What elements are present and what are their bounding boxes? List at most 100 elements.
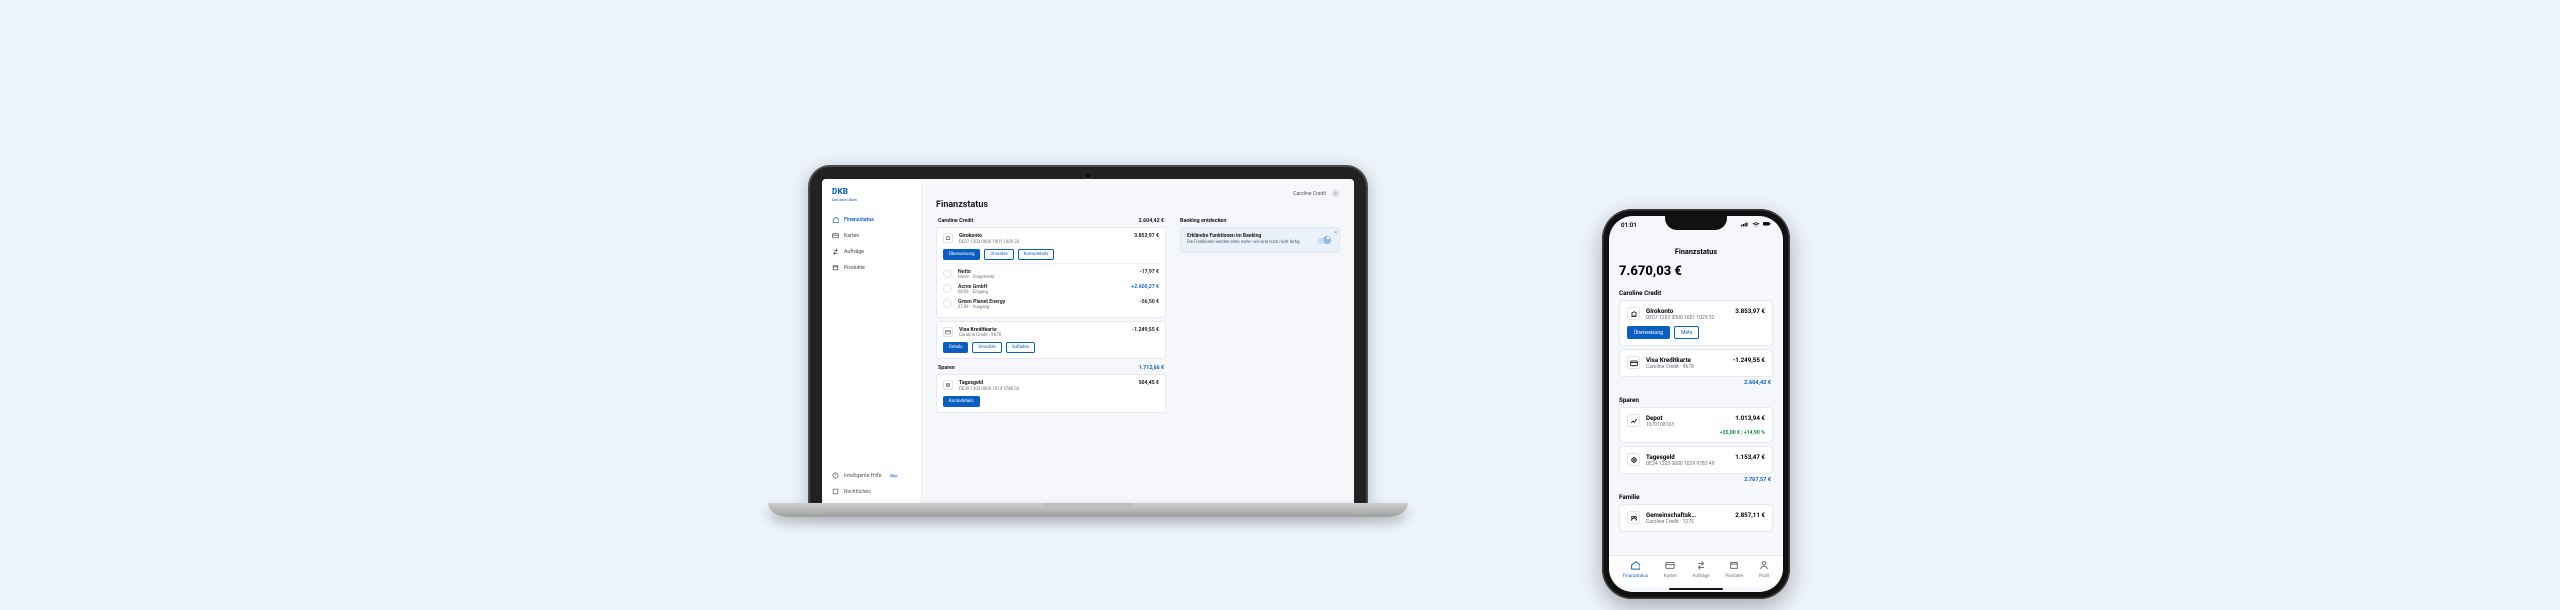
section-total: 1.712,66 € bbox=[1139, 365, 1164, 371]
sidebar-item-label: Finanzstatus bbox=[844, 217, 874, 223]
mehr-button[interactable]: Mehr bbox=[1674, 326, 1699, 339]
tab-label: Profil bbox=[1759, 574, 1769, 579]
tx-icon: · bbox=[943, 269, 952, 278]
details-button[interactable]: Details bbox=[943, 342, 968, 353]
device-mockup-stage: DKB Das kann Bank Finanzstatus Karten Au… bbox=[768, 165, 1792, 445]
account-name: Girokonto bbox=[1646, 307, 1729, 315]
family-icon bbox=[1627, 511, 1640, 524]
section-header: Sparen 1.712,66 € bbox=[936, 365, 1166, 371]
user-name: Caroline Credit bbox=[1293, 191, 1326, 197]
account-name: Visa Kreditkarte bbox=[1646, 356, 1727, 364]
transaction-row[interactable]: · NettoGleich · Vorgemerkt -17,97 € bbox=[943, 267, 1159, 282]
section-header: Familie bbox=[1619, 493, 1773, 501]
sidebar-item-karten[interactable]: Karten bbox=[832, 232, 911, 239]
umsätze-button[interactable]: Umsätze bbox=[984, 249, 1013, 260]
account-icon bbox=[943, 233, 953, 243]
box-icon bbox=[1729, 560, 1739, 572]
section-header: Caroline Credit bbox=[1619, 289, 1773, 297]
umsätze-button[interactable]: Umsätze bbox=[972, 342, 1001, 353]
close-icon[interactable]: × bbox=[1334, 230, 1337, 236]
sidebar-item-finanzstatus[interactable]: Finanzstatus bbox=[832, 216, 911, 223]
help-icon bbox=[832, 472, 839, 479]
camera-dot bbox=[1084, 171, 1092, 179]
tx-name: Acme GmbH bbox=[958, 284, 988, 290]
sidebar-item-label: Intelligente Hilfe bbox=[844, 473, 882, 479]
wifi-icon bbox=[1752, 221, 1760, 229]
transaction-row[interactable]: · Acme GmbH08.09. · Eingang +2.600,27 € bbox=[943, 282, 1159, 297]
section-total: 2.767,57 € bbox=[1619, 477, 1773, 483]
sidebar-item-rechtliches[interactable]: Rechtliches bbox=[832, 488, 911, 495]
account-card[interactable]: Depot 1670108163 1.013,94 € +35,00 € | +… bbox=[1619, 407, 1773, 443]
account-name: Girokonto bbox=[959, 233, 1128, 239]
überweisung-button[interactable]: Überweisung bbox=[1627, 326, 1670, 339]
savings-icon bbox=[1627, 453, 1640, 466]
bank-icon bbox=[1627, 307, 1640, 320]
sidebar-item-intelligente hilfe[interactable]: Intelligente Hilfe Neu bbox=[832, 472, 911, 479]
tab-label: Produkte bbox=[1725, 574, 1743, 579]
transfer-icon bbox=[832, 248, 839, 255]
sidebar: DKB Das kann Bank Finanzstatus Karten Au… bbox=[822, 179, 922, 503]
account-name: Tagesgeld bbox=[959, 380, 1133, 386]
right-heading: Banking entdecken bbox=[1180, 218, 1340, 224]
promo-illustration-icon bbox=[1315, 233, 1333, 247]
avatar[interactable] bbox=[1331, 189, 1340, 198]
card-icon bbox=[1665, 560, 1675, 572]
tab-karten[interactable]: Karten bbox=[1664, 560, 1677, 579]
tab-label: Karten bbox=[1664, 574, 1677, 579]
sidebar-item-produkte[interactable]: Produkte bbox=[832, 264, 911, 271]
performance-badge: +35,00 € | +14,90 % bbox=[1627, 430, 1765, 436]
status-time: 01:01 bbox=[1621, 221, 1637, 229]
tab-bar: Finanzstatus Karten Aufträge Produkte Pr… bbox=[1609, 555, 1783, 587]
depot-icon bbox=[1627, 414, 1640, 427]
tx-amount: -56,50 € bbox=[1140, 299, 1159, 305]
account-name: Gemeinschaftsk… bbox=[1646, 511, 1729, 519]
kontodetails-button[interactable]: Kontodetails bbox=[943, 396, 980, 407]
account-balance: 3.853,97 € bbox=[1134, 233, 1159, 239]
section-header: Sparen bbox=[1619, 396, 1773, 404]
logo: DKB bbox=[832, 187, 911, 196]
account-card[interactable]: Girokonto DE07 1203 0000 1001 1029 32 3.… bbox=[1619, 300, 1773, 346]
transaction-row[interactable]: · Green Planet Energy07.09. · Ausgang -5… bbox=[943, 297, 1159, 312]
sidebar-item-label: Produkte bbox=[844, 265, 865, 271]
account-card[interactable]: Gemeinschaftsk… Caroline Credit · 1275 2… bbox=[1619, 504, 1773, 532]
promo-title: Erkländre Funktionen im Banking bbox=[1187, 233, 1301, 239]
account-balance: -1.249,55 € bbox=[1132, 327, 1159, 333]
tx-amount: -17,97 € bbox=[1140, 269, 1159, 275]
account-balance: 1.153,47 € bbox=[1735, 453, 1765, 461]
überweisung-button[interactable]: Überweisung bbox=[943, 249, 980, 260]
home-icon bbox=[1630, 560, 1640, 572]
tab-produkte[interactable]: Produkte bbox=[1725, 560, 1743, 579]
account-name: Depot bbox=[1646, 414, 1729, 422]
promo-card[interactable]: Erkländre Funktionen im Banking Die Funk… bbox=[1180, 227, 1340, 253]
tab-profil[interactable]: Profil bbox=[1759, 560, 1769, 579]
main-content: Caroline Credit Finanzstatus Caroline Cr… bbox=[922, 179, 1354, 503]
account-sub: DE24 1203 0000 1029 9783 49 bbox=[1646, 461, 1729, 467]
laptop-device: DKB Das kann Bank Finanzstatus Karten Au… bbox=[768, 165, 1408, 517]
phone-notch bbox=[1665, 216, 1727, 230]
aufladen-button[interactable]: Aufladen bbox=[1006, 342, 1035, 353]
account-card[interactable]: Girokonto DE07 1203 0000 1001 1029 32 3.… bbox=[936, 227, 1166, 318]
account-name: Tagesgeld bbox=[1646, 453, 1729, 461]
account-sub: DE07 1203 0000 1001 1029 32 bbox=[959, 240, 1128, 245]
tx-icon: · bbox=[943, 284, 952, 293]
section-total: 2.604,42 € bbox=[1619, 380, 1773, 386]
sidebar-item-aufträge[interactable]: Aufträge bbox=[832, 248, 911, 255]
home-icon bbox=[832, 216, 839, 223]
section-name: Familie bbox=[1619, 493, 1640, 501]
account-icon bbox=[943, 327, 953, 337]
section-header: Caroline Credit 2.604,42 € bbox=[936, 218, 1166, 224]
account-card[interactable]: Tagesgeld DE24 1203 0000 1029 9783 49 1.… bbox=[1619, 446, 1773, 474]
kontodetails-button[interactable]: Kontodetails bbox=[1018, 249, 1055, 260]
account-card[interactable]: Tagesgeld DE30 1203 0000 1014 5786 03 50… bbox=[936, 374, 1166, 413]
tx-icon: · bbox=[943, 299, 952, 308]
sidebar-item-label: Rechtliches bbox=[844, 489, 871, 495]
account-card[interactable]: Visa Kreditkarte Caroline Credit · 9678 … bbox=[1619, 349, 1773, 377]
section-total: 2.604,42 € bbox=[1139, 218, 1164, 224]
tab-finanzstatus[interactable]: Finanzstatus bbox=[1623, 560, 1648, 579]
signal-icon bbox=[1741, 221, 1749, 229]
account-sub: 1670108163 bbox=[1646, 422, 1729, 428]
section-name: Sparen bbox=[938, 365, 955, 371]
tab-aufträge[interactable]: Aufträge bbox=[1693, 560, 1710, 579]
logo-tagline: Das kann Bank bbox=[832, 197, 911, 202]
account-card[interactable]: Visa Kreditkarte Caroline Credit · 9678 … bbox=[936, 321, 1166, 360]
